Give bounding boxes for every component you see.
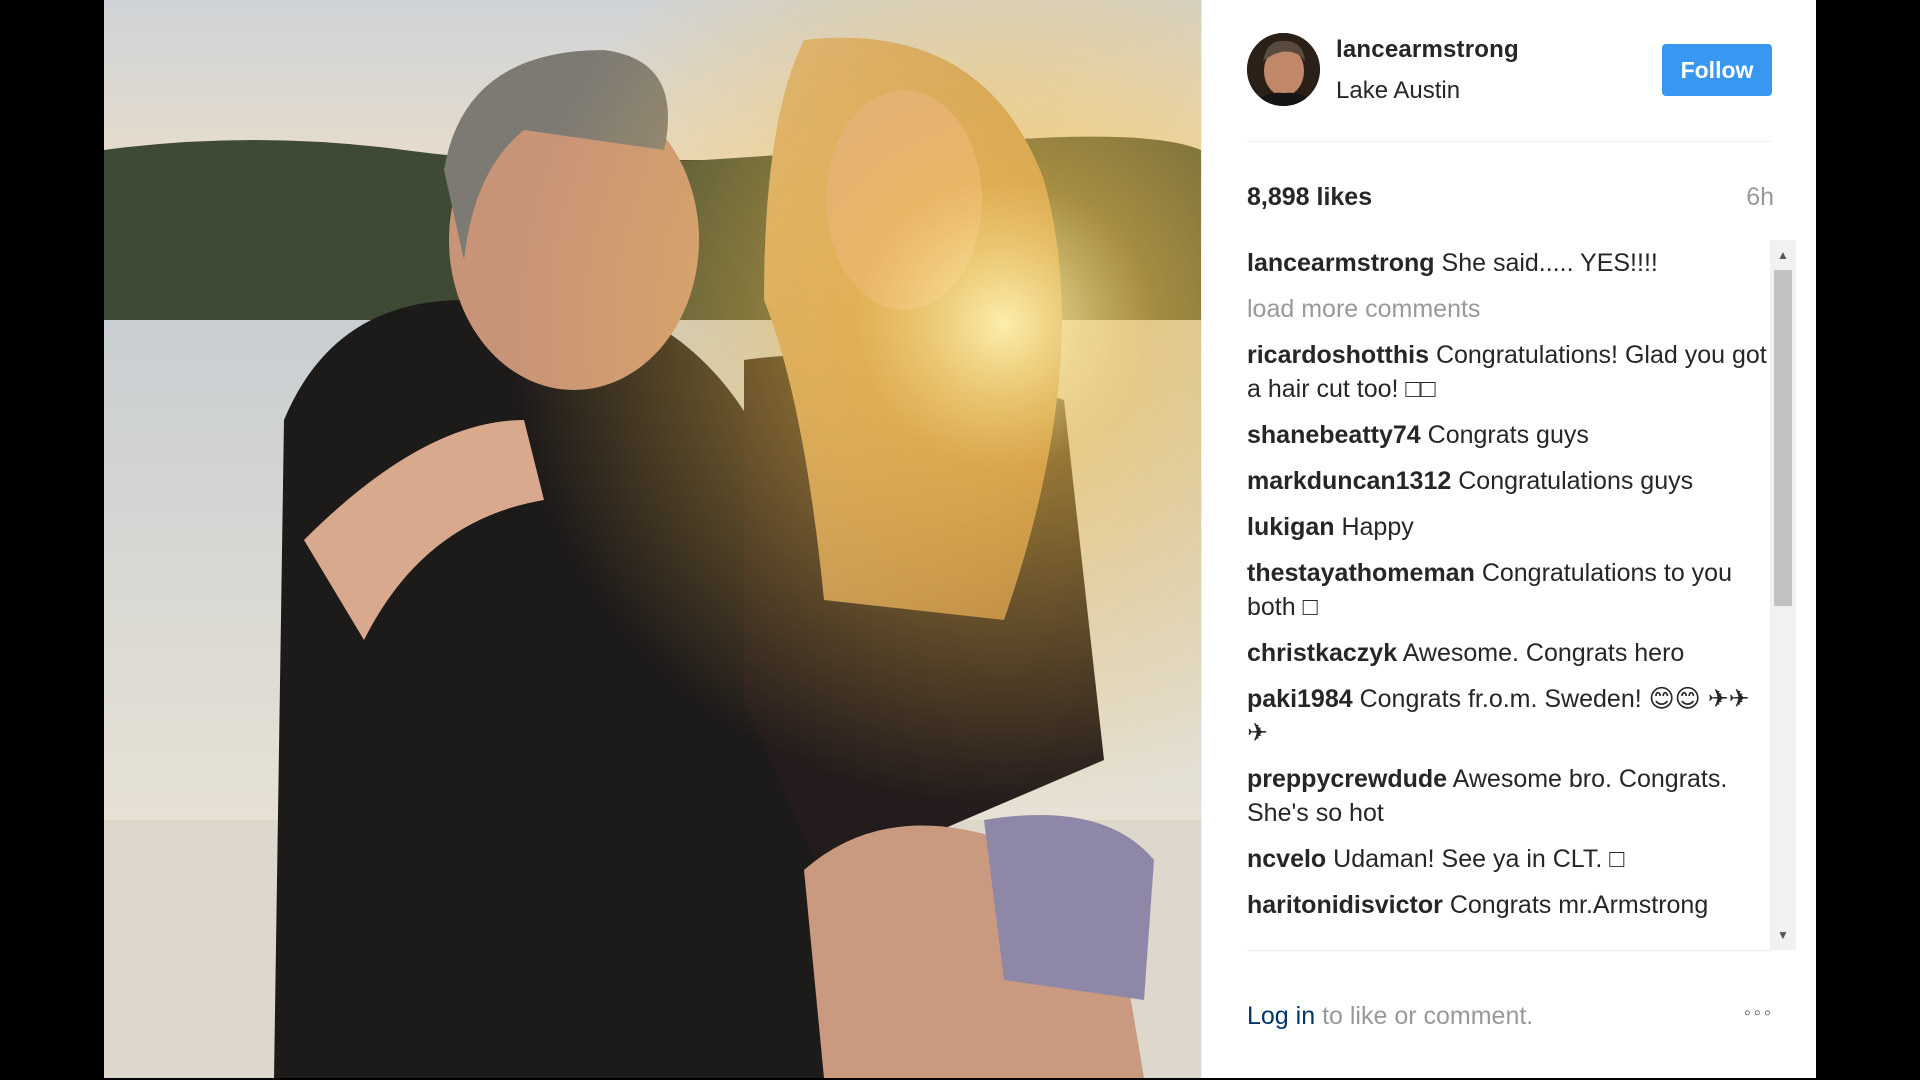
caption-user[interactable]: lancearmstrong [1247,249,1435,277]
comment-text: Awesome. Congrats hero [1402,639,1685,667]
comment-user[interactable]: ncvelo [1247,845,1326,873]
comment-item: haritonidisvictor Congrats mr.Armstrong [1247,888,1767,922]
comment-user[interactable]: thestayathomeman [1247,559,1475,587]
comment-text: Udaman! See ya in CLT. □ [1333,845,1625,873]
comment-user[interactable]: shanebeatty74 [1247,421,1421,449]
avatar-image [1247,33,1320,106]
comment-item: markduncan1312 Congratulations guys [1247,464,1767,498]
comment-text: Happy [1341,513,1414,541]
instagram-post: lancearmstrong Lake Austin Follow 8,898 … [104,0,1816,1078]
post-side-panel: lancearmstrong Lake Austin Follow 8,898 … [1201,0,1816,1078]
comment-user[interactable]: lukigan [1247,513,1335,541]
likes-count[interactable]: 8,898 likes [1247,183,1372,212]
comment-user[interactable]: ricardoshotthis [1247,341,1429,369]
scroll-up-arrow-icon[interactable]: ▲ [1770,244,1796,266]
login-prompt-text: to like or comment. [1315,1002,1534,1030]
footer-divider [1247,950,1772,951]
post-header: lancearmstrong Lake Austin Follow [1247,0,1772,142]
post-time[interactable]: 6h [1746,183,1774,212]
scroll-thumb[interactable] [1774,270,1792,606]
comment-text: Congrats guys [1427,421,1589,449]
comments-list: lancearmstrong She said..... YES!!!! loa… [1247,246,1767,952]
comment-item: ncvelo Udaman! See ya in CLT. □ [1247,842,1767,876]
comment-text: Congrats mr.Armstrong [1449,891,1709,919]
comment-items: ricardoshotthis Congratulations! Glad yo… [1247,338,1767,922]
login-prompt: Log in to like or comment. [1247,1002,1533,1031]
more-options-icon[interactable]: ◦◦◦ [1744,1002,1774,1025]
location-link[interactable]: Lake Austin [1336,77,1460,105]
post-photo[interactable] [104,0,1201,1078]
comment-user[interactable]: haritonidisvictor [1247,891,1443,919]
caption-text: She said..... YES!!!! [1441,249,1658,277]
login-link[interactable]: Log in [1247,1002,1315,1030]
comment-item: preppycrewdude Awesome bro. Congrats. Sh… [1247,762,1767,830]
comment-item: paki1984 Congrats fr.o.m. Sweden! 😊😊 ✈✈✈ [1247,682,1767,750]
username[interactable]: lancearmstrong [1336,36,1519,64]
comment-user[interactable]: preppycrewdude [1247,765,1447,793]
avatar[interactable] [1247,33,1320,106]
photo-illustration [104,0,1201,1078]
comment-user[interactable]: markduncan1312 [1247,467,1451,495]
follow-button[interactable]: Follow [1662,44,1772,96]
caption: lancearmstrong She said..... YES!!!! [1247,246,1767,280]
scroll-down-arrow-icon[interactable]: ▼ [1770,924,1796,946]
load-more-comments-link[interactable]: load more comments [1247,292,1767,326]
comments-scrollbar[interactable]: ▲ ▼ [1770,240,1796,950]
comment-user[interactable]: paki1984 [1247,685,1353,713]
comment-item: thestayathomeman Congratulations to you … [1247,556,1767,624]
comment-item: shanebeatty74 Congrats guys [1247,418,1767,452]
comment-item: christkaczyk Awesome. Congrats hero [1247,636,1767,670]
comment-item: ricardoshotthis Congratulations! Glad yo… [1247,338,1767,406]
comment-text: Congratulations guys [1458,467,1694,495]
comment-item: lukigan Happy [1247,510,1767,544]
comment-user[interactable]: christkaczyk [1247,639,1397,667]
